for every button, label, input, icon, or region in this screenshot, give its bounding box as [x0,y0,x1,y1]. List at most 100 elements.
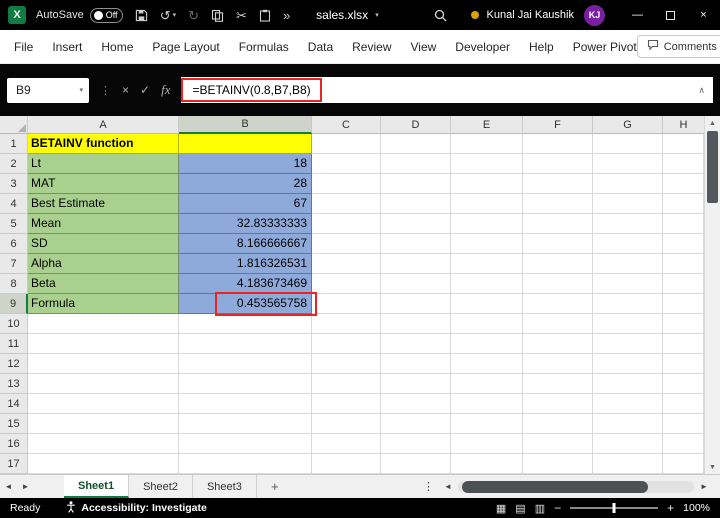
cell-H16[interactable] [663,434,704,454]
cell-C5[interactable] [312,214,381,234]
cell-D4[interactable] [381,194,451,214]
cell-F15[interactable] [523,414,593,434]
comments-button[interactable]: Comments [637,35,720,58]
row-header-12[interactable]: 12 [0,354,28,374]
normal-view-icon[interactable]: ▦ [496,502,506,515]
cell-H6[interactable] [663,234,704,254]
scroll-down-icon[interactable]: ▼ [705,460,720,474]
cell-G10[interactable] [593,314,663,334]
cell-B6[interactable]: 8.166666667 [179,234,312,254]
collapse-formula-bar-icon[interactable]: ∧ [698,85,705,96]
cell-A7[interactable]: Alpha [28,254,179,274]
cell-D7[interactable] [381,254,451,274]
row-header-5[interactable]: 5 [0,214,28,234]
cell-C9[interactable] [312,294,381,314]
cell-H10[interactable] [663,314,704,334]
name-box-caret-icon[interactable]: ▾ [79,86,89,94]
cell-D2[interactable] [381,154,451,174]
cell-C8[interactable] [312,274,381,294]
cell-H12[interactable] [663,354,704,374]
row-header-11[interactable]: 11 [0,334,28,354]
cell-D15[interactable] [381,414,451,434]
cell-D17[interactable] [381,454,451,474]
col-header-C[interactable]: C [312,116,381,134]
page-layout-view-icon[interactable]: ▤ [515,502,525,515]
redo-icon[interactable]: ↻ [188,9,199,22]
cell-E6[interactable] [451,234,523,254]
cell-E3[interactable] [451,174,523,194]
cell-E9[interactable] [451,294,523,314]
user-avatar[interactable]: KJ [584,5,605,26]
cell-F12[interactable] [523,354,593,374]
cell-G3[interactable] [593,174,663,194]
cell-A2[interactable]: Lt [28,154,179,174]
sheet-nav-right-icon[interactable]: ► [17,482,34,491]
cancel-entry-icon[interactable]: × [122,83,129,97]
hscroll-left-icon[interactable]: ◄ [440,482,456,491]
cell-G17[interactable] [593,454,663,474]
document-title[interactable]: sales.xlsx ▾ [316,8,379,22]
more-commands-icon[interactable]: » [283,9,290,22]
cut-icon[interactable]: ✂ [236,9,247,22]
cell-G11[interactable] [593,334,663,354]
cell-D12[interactable] [381,354,451,374]
cell-F2[interactable] [523,154,593,174]
cell-E5[interactable] [451,214,523,234]
cell-A12[interactable] [28,354,179,374]
cell-B3[interactable]: 28 [179,174,312,194]
paste-icon[interactable] [259,9,271,22]
cell-E17[interactable] [451,454,523,474]
cell-A11[interactable] [28,334,179,354]
cell-F4[interactable] [523,194,593,214]
col-header-D[interactable]: D [381,116,451,134]
vertical-scrollbar-thumb[interactable] [707,131,718,203]
cell-H9[interactable] [663,294,704,314]
cell-C2[interactable] [312,154,381,174]
tab-data[interactable]: Data [308,40,333,54]
minimize-button[interactable]: — [621,0,654,30]
cell-F11[interactable] [523,334,593,354]
cell-G7[interactable] [593,254,663,274]
cell-E16[interactable] [451,434,523,454]
cell-D16[interactable] [381,434,451,454]
row-header-8[interactable]: 8 [0,274,28,294]
cell-E1[interactable] [451,134,523,154]
page-break-view-icon[interactable]: ▥ [535,502,545,515]
cell-E11[interactable] [451,334,523,354]
cell-B7[interactable]: 1.816326531 [179,254,312,274]
cell-H8[interactable] [663,274,704,294]
cell-H14[interactable] [663,394,704,414]
col-header-B[interactable]: B [179,116,312,134]
cell-C1[interactable] [312,134,381,154]
cell-A4[interactable]: Best Estimate [28,194,179,214]
tab-view[interactable]: View [411,40,437,54]
excel-app-icon[interactable]: X [8,6,26,24]
horizontal-scrollbar-thumb[interactable] [462,481,648,493]
cell-A16[interactable] [28,434,179,454]
cell-E7[interactable] [451,254,523,274]
accessibility-status[interactable]: Accessibility: Investigate [66,501,206,516]
cell-E2[interactable] [451,154,523,174]
cell-G6[interactable] [593,234,663,254]
cell-B11[interactable] [179,334,312,354]
zoom-slider[interactable] [570,507,658,509]
close-button[interactable]: × [687,0,720,30]
col-header-F[interactable]: F [523,116,593,134]
cell-H11[interactable] [663,334,704,354]
cell-D6[interactable] [381,234,451,254]
tab-review[interactable]: Review [352,40,391,54]
cell-C13[interactable] [312,374,381,394]
cell-H2[interactable] [663,154,704,174]
row-header-17[interactable]: 17 [0,454,28,474]
cell-A8[interactable]: Beta [28,274,179,294]
cell-G15[interactable] [593,414,663,434]
row-header-9[interactable]: 9 [0,294,28,314]
tab-formulas[interactable]: Formulas [239,40,289,54]
maximize-button[interactable] [654,0,687,30]
tab-home[interactable]: Home [101,40,133,54]
cell-E12[interactable] [451,354,523,374]
cell-A1[interactable]: BETAINV function [28,134,179,154]
cell-B14[interactable] [179,394,312,414]
cell-E15[interactable] [451,414,523,434]
cell-C14[interactable] [312,394,381,414]
